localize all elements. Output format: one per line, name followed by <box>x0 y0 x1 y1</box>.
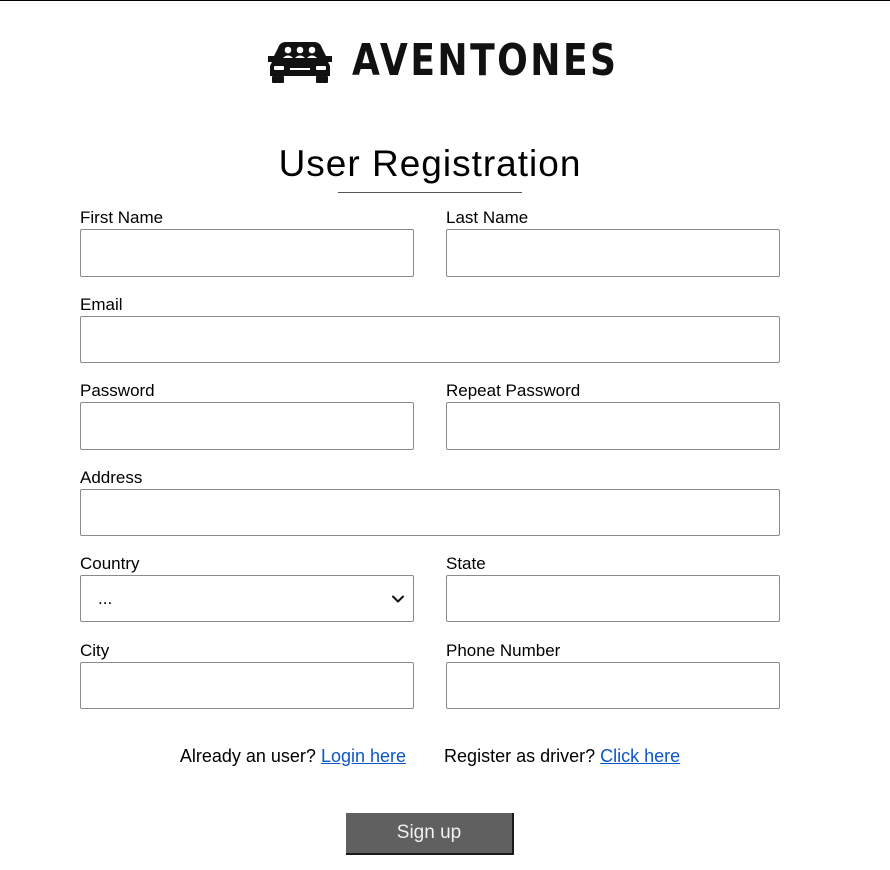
driver-prompt: Register as driver? <box>444 746 596 766</box>
phone-label: Phone Number <box>446 641 561 660</box>
title-divider <box>338 192 522 193</box>
brand-logo: AVENTONES <box>266 36 616 86</box>
auth-links-row: Already an user? Login here Register as … <box>0 745 860 767</box>
first-name-field[interactable] <box>80 229 414 277</box>
email-label: Email <box>80 295 123 314</box>
login-prompt: Already an user? <box>179 746 316 766</box>
top-border <box>0 0 890 1</box>
chevron-down-icon <box>392 595 404 603</box>
repeat-password-label: Repeat Password <box>446 381 581 400</box>
driver-register-link[interactable]: Click here <box>600 746 680 766</box>
brand-name: AVENTONES <box>352 35 619 86</box>
last-name-label: Last Name <box>446 208 529 227</box>
repeat-password-field[interactable] <box>446 402 780 450</box>
car-with-passengers-icon <box>268 42 332 83</box>
page-title: User Registration <box>278 143 582 184</box>
country-select[interactable]: ... <box>80 575 414 622</box>
country-label: Country <box>80 554 140 573</box>
address-field[interactable] <box>80 489 780 536</box>
password-field[interactable] <box>80 402 414 450</box>
state-field[interactable] <box>446 575 780 622</box>
email-field[interactable] <box>80 316 780 363</box>
first-name-label: First Name <box>80 208 164 227</box>
login-link[interactable]: Login here <box>321 746 406 766</box>
state-label: State <box>446 554 486 573</box>
address-label: Address <box>80 468 143 487</box>
last-name-field[interactable] <box>446 229 780 277</box>
country-selected-value: ... <box>98 589 113 608</box>
city-label: City <box>80 641 110 660</box>
phone-number-field[interactable] <box>446 662 780 709</box>
sign-up-button[interactable]: Sign up <box>346 813 514 855</box>
city-field[interactable] <box>80 662 414 709</box>
password-label: Password <box>80 381 155 400</box>
